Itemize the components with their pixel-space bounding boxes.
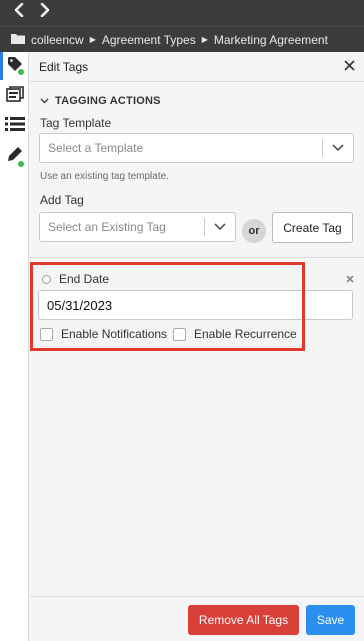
remove-tag-icon[interactable] [346,271,354,286]
chevron-left-icon[interactable] [10,2,28,22]
remove-all-tags-button[interactable]: Remove All Tags [188,605,299,635]
documents-icon [5,85,24,107]
create-tag-button[interactable]: Create Tag [272,212,353,243]
chevron-right-icon[interactable] [36,2,54,22]
top-nav-bar [0,0,364,26]
breadcrumb-item[interactable]: Marketing Agreement [214,33,328,47]
chevron-down-icon[interactable] [323,144,353,152]
panel-footer: Remove All Tags Save [30,596,364,641]
panel-header: Edit Tags [30,52,364,82]
tag-template-placeholder: Select a Template [48,141,144,155]
status-badge [18,69,24,75]
rail-item-list[interactable] [0,112,29,140]
section-toggle[interactable]: TAGGING ACTIONS [40,95,161,107]
tag-template-hint: Use an existing tag template. [40,171,169,182]
folder-icon [11,33,25,47]
side-rail [0,52,29,641]
rail-item-signature[interactable] [0,142,29,170]
status-badge [18,161,24,167]
section-title: TAGGING ACTIONS [55,95,161,107]
breadcrumb: colleencw ▶ Agreement Types ▶ Marketing … [0,26,364,52]
highlight-box [30,262,305,351]
rail-item-tags[interactable] [0,52,29,80]
active-indicator [0,52,3,80]
panel-title: Edit Tags [39,59,89,74]
chevron-down-icon[interactable] [205,223,235,231]
add-tag-label: Add Tag [40,193,84,207]
or-badge: or [242,219,266,243]
tag-template-select[interactable]: Select a Template [39,133,354,163]
breadcrumb-item[interactable]: colleencw [31,33,84,47]
close-icon[interactable] [344,59,355,75]
add-tag-placeholder: Select an Existing Tag [48,220,166,234]
chevron-down-icon [40,95,49,107]
breadcrumb-separator-icon: ▶ [89,35,96,44]
add-tag-select[interactable]: Select an Existing Tag [39,212,236,242]
breadcrumb-separator-icon: ▶ [201,35,208,44]
rail-item-documents[interactable] [0,82,29,110]
tag-template-label: Tag Template [40,116,112,130]
save-button[interactable]: Save [306,605,355,635]
list-icon [4,116,25,137]
breadcrumb-item[interactable]: Agreement Types [102,33,196,47]
